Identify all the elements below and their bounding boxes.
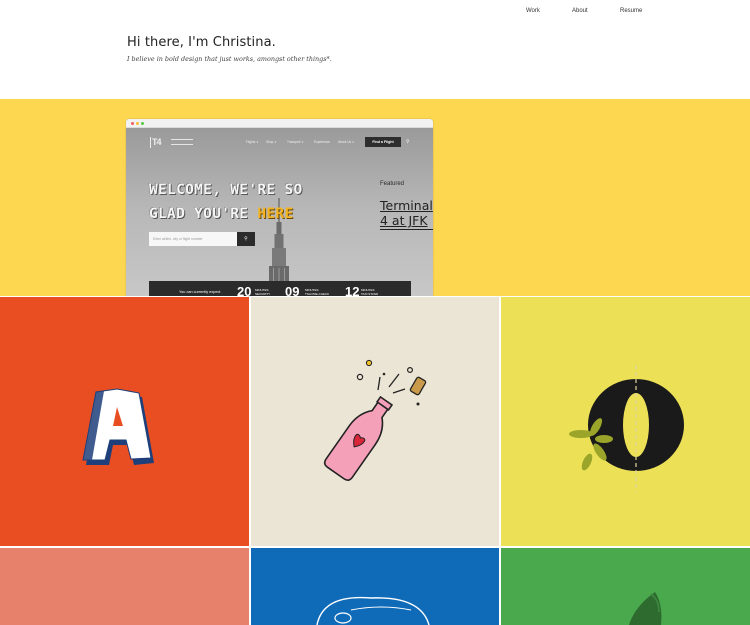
- nav-link-work[interactable]: Work: [526, 8, 540, 14]
- headline-highlight: HERE: [257, 206, 294, 222]
- champagne-bottle-illustration: [323, 359, 427, 481]
- t4-logo: T4: [150, 137, 194, 148]
- wait-times-bar: You can currently expect 20 MINUTES SECUR…: [149, 281, 411, 296]
- site-menu-item: Flights ∨: [246, 140, 259, 144]
- wait-time-type: SECURITY: [255, 292, 271, 296]
- site-menu-item: Transport ∨: [287, 140, 304, 144]
- portfolio-tile-champagne[interactable]: [251, 297, 499, 546]
- headline-line-2-text: GLAD YOU'RE: [149, 206, 258, 222]
- page-title: Hi there, I'm Christina.: [127, 35, 276, 50]
- portfolio-tile-letter-a[interactable]: [0, 297, 249, 546]
- intro: Hi there, I'm Christina. I believe in bo…: [127, 35, 332, 63]
- featured-project[interactable]: T4 Flights ∨ Shop ∨ Transport ∨ Experien…: [0, 99, 750, 296]
- tagline: I believe in bold design that just works…: [127, 55, 332, 63]
- portfolio-tile-globe[interactable]: [251, 548, 499, 625]
- wait-time-value: 12: [345, 284, 360, 296]
- nav-link-about[interactable]: About: [572, 8, 588, 14]
- nav-link-resume[interactable]: Resume: [620, 8, 642, 14]
- wait-time-caption: MINUTES TSA PRE-CHECK: [305, 288, 331, 296]
- wait-time-value: 09: [285, 284, 300, 296]
- site-menu-item: Experience: [314, 140, 330, 144]
- site-menu-item: About Us ∨: [338, 140, 355, 144]
- globe-illustration: [316, 596, 430, 625]
- t4-logo-mark: T4: [152, 137, 161, 147]
- minimize-dot-icon: [136, 122, 139, 125]
- wait-time-caption: MINUTES TAXI STAND: [361, 288, 387, 296]
- top-nav: Work About Resume: [0, 8, 750, 18]
- search-icon: ⚲: [406, 139, 410, 145]
- leaf-illustration: [629, 592, 662, 625]
- portfolio-tile-leaf[interactable]: [501, 548, 750, 625]
- wait-times-label: You can currently expect: [179, 290, 221, 294]
- featured-label: Featured: [380, 181, 405, 187]
- jfk-site-screenshot: T4 Flights ∨ Shop ∨ Transport ∨ Experien…: [126, 128, 433, 296]
- close-dot-icon: [131, 122, 134, 125]
- portfolio-tile-letter-o[interactable]: [501, 297, 750, 546]
- site-headline: WELCOME, WE'RE SO GLAD YOU'RE HERE: [149, 178, 303, 226]
- portfolio-tile-salmon[interactable]: [0, 548, 249, 625]
- browser-chrome: [126, 119, 433, 128]
- wait-time-value: 20: [237, 284, 252, 296]
- find-flight-button: Find a Flight: [365, 137, 401, 147]
- wait-time-type: TAXI STAND: [361, 292, 379, 296]
- headline-line-2: GLAD YOU'RE HERE: [149, 202, 303, 226]
- wait-time-type: TSA PRE-CHECK: [305, 292, 330, 296]
- letter-a-illustration: [82, 388, 154, 465]
- wait-time-caption: MINUTES SECURITY: [255, 288, 281, 296]
- headline-line-1: WELCOME, WE'RE SO: [149, 182, 303, 198]
- letter-o-illustration: [569, 365, 684, 492]
- site-menu-item: Shop ∨: [266, 140, 277, 144]
- browser-mockup: T4 Flights ∨ Shop ∨ Transport ∨ Experien…: [126, 119, 433, 296]
- featured-project-link[interactable]: Terminal 4 at JFK: [380, 198, 433, 230]
- t4-logo-wordmark: [171, 139, 193, 145]
- maximize-dot-icon: [141, 122, 144, 125]
- site-search-input: Enter airline, city or flight number: [149, 232, 237, 246]
- search-icon: ⚲: [237, 232, 255, 246]
